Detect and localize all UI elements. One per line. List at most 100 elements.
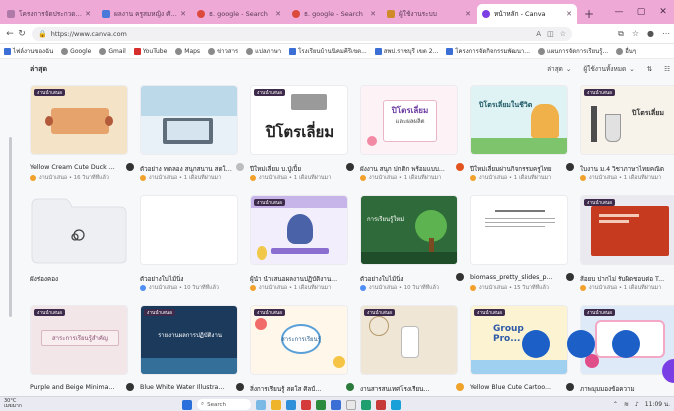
browser-tab[interactable]: ธ. google - Search ✕	[287, 4, 381, 24]
bookmark-item[interactable]: สพป.ราชบุรี เขต 2...	[374, 46, 438, 56]
browser-tab[interactable]: ธ. google - Search ✕	[192, 4, 286, 24]
reload-icon[interactable]: ↻	[16, 29, 28, 39]
design-card[interactable]: ตัวอย่างใบไม้นิ่ง งานนำเสนอ • 10 วินาทีท…	[140, 195, 244, 301]
design-thumbnail[interactable]: ปิโตรเลี่ยมในชีวิต	[470, 85, 568, 155]
maximize-button[interactable]: ▢	[630, 7, 652, 17]
design-card[interactable]: สาระการเรียนรู้สำคัญ งานนำเสนอ Purple an…	[30, 305, 134, 396]
thumbnail-title: ปิโตรเลี่ยม	[265, 123, 335, 141]
design-thumbnail[interactable]: รายงานผลการปฏิบัติงาน งานนำเสนอ	[140, 305, 238, 375]
bookmark-item[interactable]: โครงการจัดกิจกรรมพัฒนา...	[446, 46, 530, 56]
design-card[interactable]: ตัวอย่าง ทดลอง สนุกสนาน สดใส... งานนำเสน…	[140, 85, 244, 191]
design-thumbnail[interactable]: สาระการเรียนรู้สำคัญ งานนำเสนอ	[30, 305, 128, 375]
url-field[interactable]: 🔒 https://www.canva.com A ◫ ☆	[32, 26, 572, 41]
close-tab-icon[interactable]: ✕	[465, 10, 471, 18]
bookmark-item[interactable]: โรงเรียนบ้านนิคมคีรีเขต...	[289, 46, 367, 56]
favorites-icon[interactable]: ☆	[632, 29, 639, 39]
design-card[interactable]: biomass_pretty_slides_p... งานนำเสนอ • 1…	[470, 195, 574, 301]
app-icon[interactable]	[301, 399, 311, 410]
design-thumbnail[interactable]: Group Pro... งานนำเสนอ	[470, 305, 568, 375]
clock[interactable]: 11:09 น.	[645, 399, 670, 409]
design-card[interactable]: ปิโตรเลี่ยมในชีวิต ปีใหม่เลี่ยมผ่านกิจกร…	[470, 85, 574, 191]
design-card[interactable]: ปิโตรเลี่ยม และผลผลิต ผังงาน สนุก ปกติก …	[360, 85, 464, 191]
start-menu-icon[interactable]	[182, 399, 192, 410]
design-thumbnail[interactable]: การเรียนรู้ใหม่	[360, 195, 458, 265]
design-card[interactable]: งานนำเสนอ ส้อยบ ปากไม่ รับผิดชอบต่อ T...…	[580, 195, 674, 301]
app-icon[interactable]	[391, 399, 401, 410]
browser-tab[interactable]: ผู้ใช้งานระบบ ✕	[382, 4, 476, 24]
close-tab-icon[interactable]: ✕	[566, 10, 572, 18]
design-thumbnail[interactable]: งานนำเสนอ	[360, 305, 458, 375]
file-explorer-icon[interactable]	[271, 399, 281, 410]
presentation-type-icon	[580, 285, 586, 291]
volume-icon[interactable]: ♪	[635, 401, 639, 408]
new-tab-button[interactable]: +	[584, 7, 594, 21]
design-card[interactable]: สาระการเรียนรู้ งานนำเสนอ สิ่งการเรียนรู…	[250, 305, 354, 396]
back-icon[interactable]: ←	[4, 29, 16, 39]
design-thumbnail[interactable]: ปิโตรเลี่ยม งานนำเสนอ	[250, 85, 348, 155]
design-thumbnail[interactable]	[140, 85, 238, 155]
design-thumbnail[interactable]: สาระการเรียนรู้ งานนำเสนอ	[250, 305, 348, 375]
design-thumbnail[interactable]: งานนำเสนอ	[250, 195, 348, 265]
owner-dropdown[interactable]: ผู้ใช้งานทั้งหมด ⌄	[583, 64, 634, 74]
browser-tab[interactable]: ผลงาน ครูสมหญิง ศักดิ์จันทร์✕	[97, 4, 191, 24]
taskbar-search[interactable]: ⌕ Search	[197, 399, 251, 410]
design-thumbnail[interactable]	[140, 195, 238, 265]
browser-tab-active[interactable]: หน้าหลัก - Canva ✕	[477, 4, 577, 24]
chevron-up-icon[interactable]: ⌃	[613, 401, 618, 408]
bookmark-item[interactable]: YouTube	[133, 47, 167, 55]
bookmark-item[interactable]: Gmail	[99, 47, 126, 55]
word-icon[interactable]	[331, 399, 341, 410]
sort-order-icon[interactable]: ⇅	[647, 64, 652, 74]
design-meta: งานนำเสนอ • 1 เดือนที่ผ่านมา	[360, 174, 460, 182]
task-view-icon[interactable]	[256, 399, 266, 410]
design-card[interactable]: งานนำเสนอ Yellow Cream Cute Duck ... งาน…	[30, 85, 134, 191]
bookmark-item[interactable]: อื่นๆ	[616, 46, 636, 56]
close-tab-icon[interactable]: ✕	[370, 10, 376, 18]
reader-icon[interactable]: ◫	[547, 30, 554, 38]
bookmark-item[interactable]: ข่าวสาร	[208, 46, 238, 56]
extensions-icon[interactable]: ⧉	[618, 29, 624, 39]
design-thumbnail[interactable]: ปิโตรเลี่ยม งานนำเสนอ	[580, 85, 674, 155]
browser-tab[interactable]: โครงการจัดประกวดเรื่องสั้นฯ✕	[2, 4, 96, 24]
thumbnail-title: ปิโตรเลี่ยมในชีวิต	[479, 101, 533, 109]
thumbnail-title: ปิโตรเลี่ยม	[632, 108, 664, 117]
close-window-button[interactable]: ✕	[652, 7, 674, 17]
design-card[interactable]: Group Pro... งานนำเสนอ Yellow Blue Cute …	[470, 305, 574, 396]
design-thumbnail[interactable]: งานนำเสนอ	[580, 195, 674, 265]
bookmark-item[interactable]: Google	[61, 47, 91, 55]
app-icon[interactable]	[361, 399, 371, 410]
bookmark-star-icon[interactable]: ☆	[560, 30, 566, 38]
bookmark-item[interactable]: ไฟล์งานของฉัน	[4, 46, 53, 56]
close-tab-icon[interactable]: ✕	[85, 10, 91, 18]
close-tab-icon[interactable]: ✕	[275, 10, 281, 18]
grid-view-icon[interactable]: ☷	[664, 64, 670, 74]
design-card[interactable]: ปิโตรเลี่ยม งานนำเสนอ ปีใหม่เลี่ยม บ.ปู่…	[250, 85, 354, 191]
app-icon[interactable]	[316, 399, 326, 410]
more-menu-icon[interactable]: ⋯	[662, 29, 670, 39]
design-card[interactable]: การเรียนรู้ใหม่ ตัวอย่างใบไม้นิ่ง งานนำเ…	[360, 195, 464, 301]
minimize-button[interactable]: —	[608, 7, 630, 17]
edge-icon[interactable]	[286, 399, 296, 410]
bookmark-item[interactable]: Maps	[175, 47, 200, 55]
design-thumbnail[interactable]: งานนำเสนอ	[30, 85, 128, 155]
translate-icon[interactable]: A	[536, 30, 541, 38]
app-icon[interactable]	[346, 399, 356, 410]
folder-card[interactable]: ผังร่องคอง	[30, 195, 134, 301]
powerpoint-icon[interactable]	[376, 399, 386, 410]
youtube-icon	[133, 47, 141, 55]
design-card[interactable]: รายงานผลการปฏิบัติงาน งานนำเสนอ Blue Whi…	[140, 305, 244, 396]
close-tab-icon[interactable]: ✕	[180, 10, 186, 18]
design-card[interactable]: ปิโตรเลี่ยม งานนำเสนอ ใบงาน ม.4 วิชาภาษา…	[580, 85, 674, 191]
design-thumbnail[interactable]	[470, 195, 568, 265]
network-icon[interactable]: ≋	[624, 401, 629, 408]
profile-icon[interactable]: ●	[647, 29, 654, 39]
scrollbar[interactable]	[9, 137, 12, 317]
folder-thumbnail[interactable]	[30, 195, 128, 265]
design-thumbnail[interactable]: ปิโตรเลี่ยม และผลผลิต	[360, 85, 458, 155]
bookmark-item[interactable]: แผนการจัดการเรียนรู้...	[538, 46, 608, 56]
bookmark-item[interactable]: แปลภาษา	[246, 46, 281, 56]
design-card[interactable]: งานนำเสนอ งานสารสนเทศโรงเรียน...	[360, 305, 464, 396]
design-card[interactable]: งานนำเสนอ ผู้นำ นำเสนอผลงานปฏิบัติงาน...…	[250, 195, 354, 301]
weather-widget[interactable]: 30°C เมฆมาก	[4, 399, 34, 409]
sort-dropdown[interactable]: ล่าสุด ⌄	[547, 64, 571, 74]
